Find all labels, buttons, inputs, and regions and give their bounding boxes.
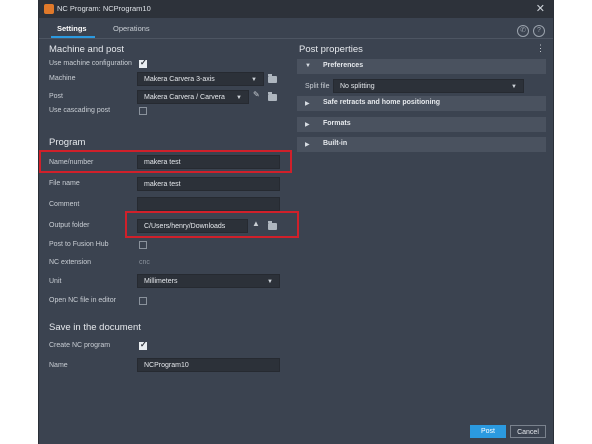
formats-label: Formats [323, 120, 351, 127]
edit-pencil-icon[interactable]: ✎ [253, 90, 260, 99]
help-icon[interactable]: ? [533, 25, 545, 37]
tab-settings[interactable]: Settings [57, 24, 87, 33]
output-folder-label: Output folder [49, 222, 90, 229]
create-nc-program-checkbox[interactable] [139, 340, 147, 350]
chevron-right-icon: ▶ [305, 101, 310, 107]
nc-program-dialog: NC Program: NCProgram10 ✕ Settings Opera… [38, 0, 554, 444]
open-nc-file-label: Open NC file in editor [49, 297, 116, 304]
doc-name-field[interactable]: NCProgram10 [137, 358, 280, 372]
use-cascading-post-label: Use cascading post [49, 107, 111, 114]
chevron-down-icon: ▼ [511, 84, 517, 90]
nc-extension-label: NC extension [49, 259, 92, 266]
preferences-header[interactable]: ▼ Preferences [297, 59, 546, 74]
tab-operations[interactable]: Operations [113, 24, 150, 33]
title-bar: NC Program: NCProgram10 ✕ [39, 0, 553, 18]
machine-value: Makera Carvera 3-axis [144, 76, 215, 83]
app-icon [44, 4, 54, 14]
unit-select[interactable]: Millimeters ▼ [137, 274, 280, 288]
comment-label: Comment [49, 201, 80, 208]
post-value: Makera Carvera / Carvera [144, 94, 225, 101]
doc-name-label: Name [49, 362, 68, 369]
file-name-field[interactable]: makera test [137, 177, 280, 191]
phone-icon[interactable]: ✆ [517, 25, 529, 37]
chevron-down-icon: ▼ [267, 279, 273, 285]
split-file-select[interactable]: No splitting ▼ [333, 79, 524, 93]
active-tab-indicator [51, 36, 95, 38]
use-machine-config-checkbox[interactable] [139, 58, 147, 68]
chevron-right-icon: ▶ [305, 142, 310, 148]
more-options-icon[interactable]: ⋮ [536, 43, 545, 54]
chevron-down-icon: ▼ [236, 95, 242, 101]
post-properties-title: Post properties [299, 44, 363, 55]
machine-select[interactable]: Makera Carvera 3-axis ▼ [137, 72, 264, 86]
use-machine-config-label: Use machine configuration [49, 60, 132, 67]
post-select[interactable]: Makera Carvera / Carvera ▼ [137, 90, 249, 104]
unit-label: Unit [49, 278, 62, 285]
post-label: Post [49, 93, 64, 100]
chevron-right-icon: ▶ [305, 122, 310, 128]
cancel-button[interactable]: Cancel [510, 425, 546, 438]
post-folder-icon[interactable] [268, 92, 277, 101]
safe-retracts-header[interactable]: ▶ Safe retracts and home positioning [297, 96, 546, 111]
highlight-box-name [39, 150, 292, 173]
chevron-down-icon: ▼ [305, 63, 311, 69]
machine-post-title: Machine and post [49, 44, 124, 55]
unit-value: Millimeters [144, 278, 178, 285]
open-nc-file-checkbox[interactable] [139, 297, 147, 305]
machine-folder-icon[interactable] [268, 74, 277, 83]
post-to-fusion-hub-label: Post to Fusion Hub [49, 241, 109, 248]
file-name-label: File name [49, 180, 80, 187]
split-file-value: No splitting [340, 83, 375, 90]
window-title: NC Program: NCProgram10 [57, 4, 151, 13]
create-nc-program-label: Create NC program [49, 342, 111, 349]
highlight-box-output [125, 211, 299, 238]
tab-bar: Settings Operations ✆ ? [39, 20, 553, 39]
chevron-down-icon: ▼ [251, 77, 257, 83]
use-cascading-post-checkbox[interactable] [139, 107, 147, 115]
formats-header[interactable]: ▶ Formats [297, 117, 546, 132]
nc-extension-value: cnc [139, 259, 150, 266]
save-doc-title: Save in the document [49, 322, 141, 333]
preferences-label: Preferences [323, 62, 364, 69]
comment-field[interactable] [137, 197, 280, 211]
program-title: Program [49, 137, 86, 148]
close-icon[interactable]: ✕ [536, 2, 545, 15]
post-to-fusion-hub-checkbox[interactable] [139, 241, 147, 249]
safe-retracts-label: Safe retracts and home positioning [323, 99, 441, 106]
machine-label: Machine [49, 75, 76, 82]
built-in-header[interactable]: ▶ Built-in [297, 137, 546, 152]
post-button[interactable]: Post [470, 425, 506, 438]
built-in-label: Built-in [323, 140, 348, 147]
split-file-label: Split file [305, 83, 330, 90]
